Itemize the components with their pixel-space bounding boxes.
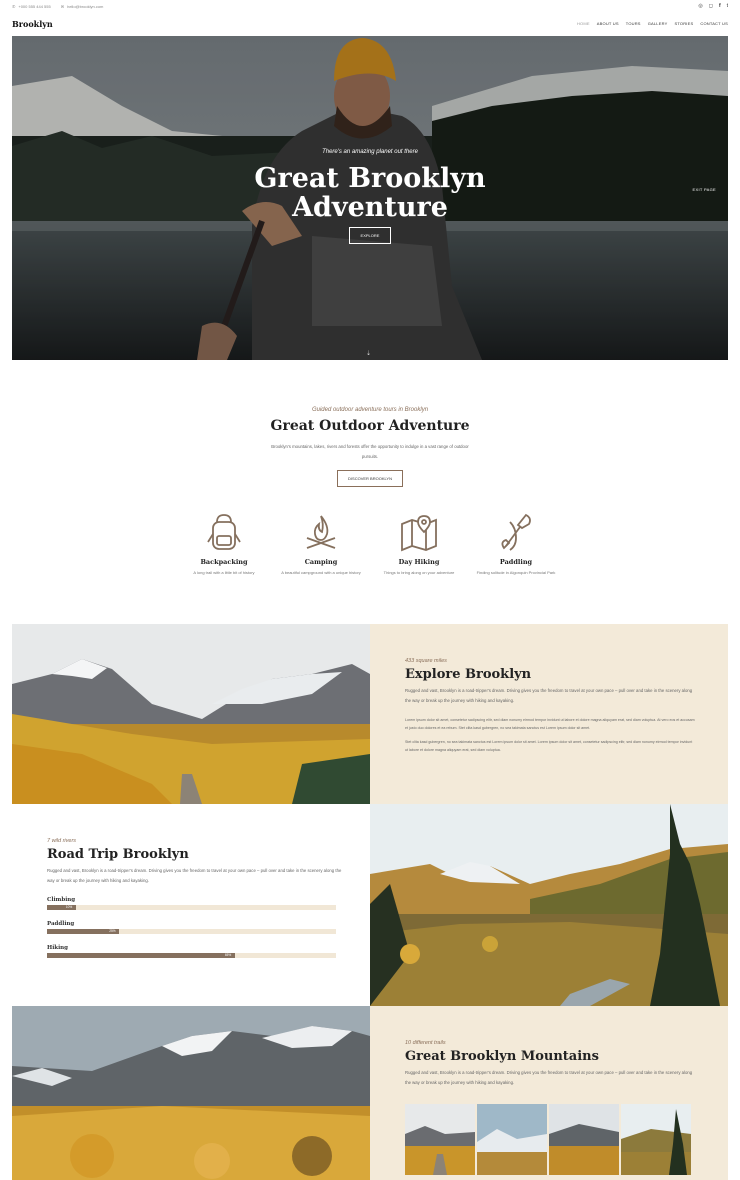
brand-logo[interactable]: Brooklyn <box>12 19 53 29</box>
backpack-icon <box>207 514 241 550</box>
scroll-down-icon[interactable]: ⇣ <box>366 350 371 357</box>
feature-title: Backpacking <box>200 558 248 566</box>
top-bar: ✆ +000 555 444 555 ✉ hello@brooklyn.com ◎ … <box>0 0 740 13</box>
explore-image <box>12 624 370 804</box>
paddle-icon <box>501 513 531 551</box>
gallery-thumbnail[interactable] <box>621 1104 691 1175</box>
explore-lorem-1: Lorem ipsum dolor sit amet, consetetur s… <box>405 718 695 730</box>
skill-percent: 25% <box>109 929 116 933</box>
explore-text: Rugged and vast, Brooklyn is a road-trip… <box>405 688 693 703</box>
skill-bar: Climbing 10% <box>47 897 347 910</box>
roadtrip-title: Road Trip Brooklyn <box>47 847 189 862</box>
mountains-image <box>12 1006 370 1180</box>
mountains-text: Rugged and vast, Brooklyn is a road-trip… <box>405 1070 693 1085</box>
gallery-thumbnail[interactable] <box>477 1104 547 1175</box>
roadtrip-section: 7 wild rivers Road Trip Brooklyn Rugged … <box>12 804 370 1006</box>
gallery-thumbnails <box>405 1104 691 1175</box>
gallery-thumbnail[interactable] <box>405 1104 475 1175</box>
feature-backpacking[interactable]: Backpacking A long trail with a little b… <box>179 512 269 577</box>
skill-track: 25% <box>47 929 336 934</box>
skill-bar: Paddling 25% <box>47 921 347 934</box>
mountains-kicker: 10 different trails <box>405 1040 446 1046</box>
skill-label: Hiking <box>47 945 69 951</box>
feature-desc: A long trail with a little bit of histor… <box>193 570 255 575</box>
map-icon <box>401 515 437 552</box>
nav-item-gallery[interactable]: GALLERY <box>648 21 668 26</box>
phone-icon: ✆ <box>12 4 16 9</box>
facebook-icon[interactable]: f <box>719 3 721 9</box>
mail-icon: ✉ <box>60 4 65 9</box>
feature-title: Camping <box>304 558 338 566</box>
explore-lorem-2: Stet clita kasd gubergren, no sea takima… <box>405 740 693 752</box>
roadtrip-text: Rugged and vast, Brooklyn is a road-trip… <box>47 868 342 883</box>
gallery-thumbnail[interactable] <box>549 1104 619 1175</box>
main-navigation: Brooklyn HOME ABOUT US TOURS GALLERY STO… <box>0 13 740 35</box>
skill-label: Climbing <box>47 897 76 903</box>
feature-day-hiking[interactable]: Day Hiking Things to bring along on your… <box>374 512 464 577</box>
hero-tagline: There's an amazing planet out there <box>322 149 418 155</box>
explore-title: Explore Brooklyn <box>405 667 532 682</box>
feature-desc: Finding solitude in Algonquin Provincial… <box>476 570 556 575</box>
intro-section: Guided outdoor adventure tours in Brookl… <box>0 360 740 624</box>
nav-item-home[interactable]: HOME <box>577 21 590 26</box>
email-address: hello@brooklyn.com <box>67 4 104 9</box>
instagram-icon[interactable]: ◻ <box>709 3 713 9</box>
feature-desc: Things to bring along on your adventure <box>383 570 455 575</box>
skill-fill <box>47 953 235 958</box>
phone-number: +000 555 444 555 <box>18 4 51 9</box>
skill-bar: Hiking 65% <box>47 945 347 958</box>
hero-title: Great Brooklyn Adventure <box>12 164 728 222</box>
hero-section: There's an amazing planet out there Grea… <box>12 36 728 360</box>
skill-track: 10% <box>47 905 336 910</box>
feature-desc: A beautiful campground with a unique his… <box>281 570 361 575</box>
twitter-icon[interactable]: t <box>727 3 728 9</box>
nav-menu: HOME ABOUT US TOURS GALLERY STORIES CONT… <box>577 21 728 26</box>
campfire-icon <box>306 515 336 549</box>
hero-title-line2: Adventure <box>292 192 448 223</box>
nav-item-about[interactable]: ABOUT US <box>597 21 619 26</box>
exit-page-link[interactable]: EXIT PAGE <box>693 187 716 192</box>
email-contact[interactable]: ✉ hello@brooklyn.com <box>61 4 104 9</box>
phone-contact[interactable]: ✆ +000 555 444 555 <box>12 4 51 9</box>
roadtrip-kicker: 7 wild rivers <box>47 838 77 844</box>
intro-text: Brooklyn's mountains, lakes, rivers and … <box>271 444 469 459</box>
hero-title-line1: Great Brooklyn <box>254 163 486 194</box>
explore-kicker: 433 square miles <box>405 658 447 664</box>
discover-button[interactable]: DISCOVER BROOKLYN <box>337 470 403 487</box>
dribbble-icon[interactable]: ◎ <box>698 3 702 9</box>
skill-label: Paddling <box>47 921 75 927</box>
nav-item-tours[interactable]: TOURS <box>626 21 641 26</box>
explore-button[interactable]: EXPLORE <box>349 227 391 244</box>
feature-camping[interactable]: Camping A beautiful campground with a un… <box>276 512 366 577</box>
intro-title: Great Outdoor Adventure <box>270 418 470 434</box>
explore-section: 433 square miles Explore Brooklyn Rugged… <box>370 624 728 804</box>
feature-title: Paddling <box>499 558 533 566</box>
mountains-title: Great Brooklyn Mountains <box>405 1049 599 1064</box>
roadtrip-image <box>370 804 728 1006</box>
skill-percent: 10% <box>65 905 73 909</box>
nav-item-contact[interactable]: CONTACT US <box>700 21 728 26</box>
skill-track: 65% <box>47 953 336 958</box>
feature-title: Day Hiking <box>398 558 440 566</box>
feature-paddling[interactable]: Paddling Finding solitude in Algonquin P… <box>471 512 561 577</box>
nav-item-stories[interactable]: STORIES <box>674 21 693 26</box>
skill-percent: 65% <box>224 953 232 957</box>
intro-kicker: Guided outdoor adventure tours in Brookl… <box>311 407 429 413</box>
